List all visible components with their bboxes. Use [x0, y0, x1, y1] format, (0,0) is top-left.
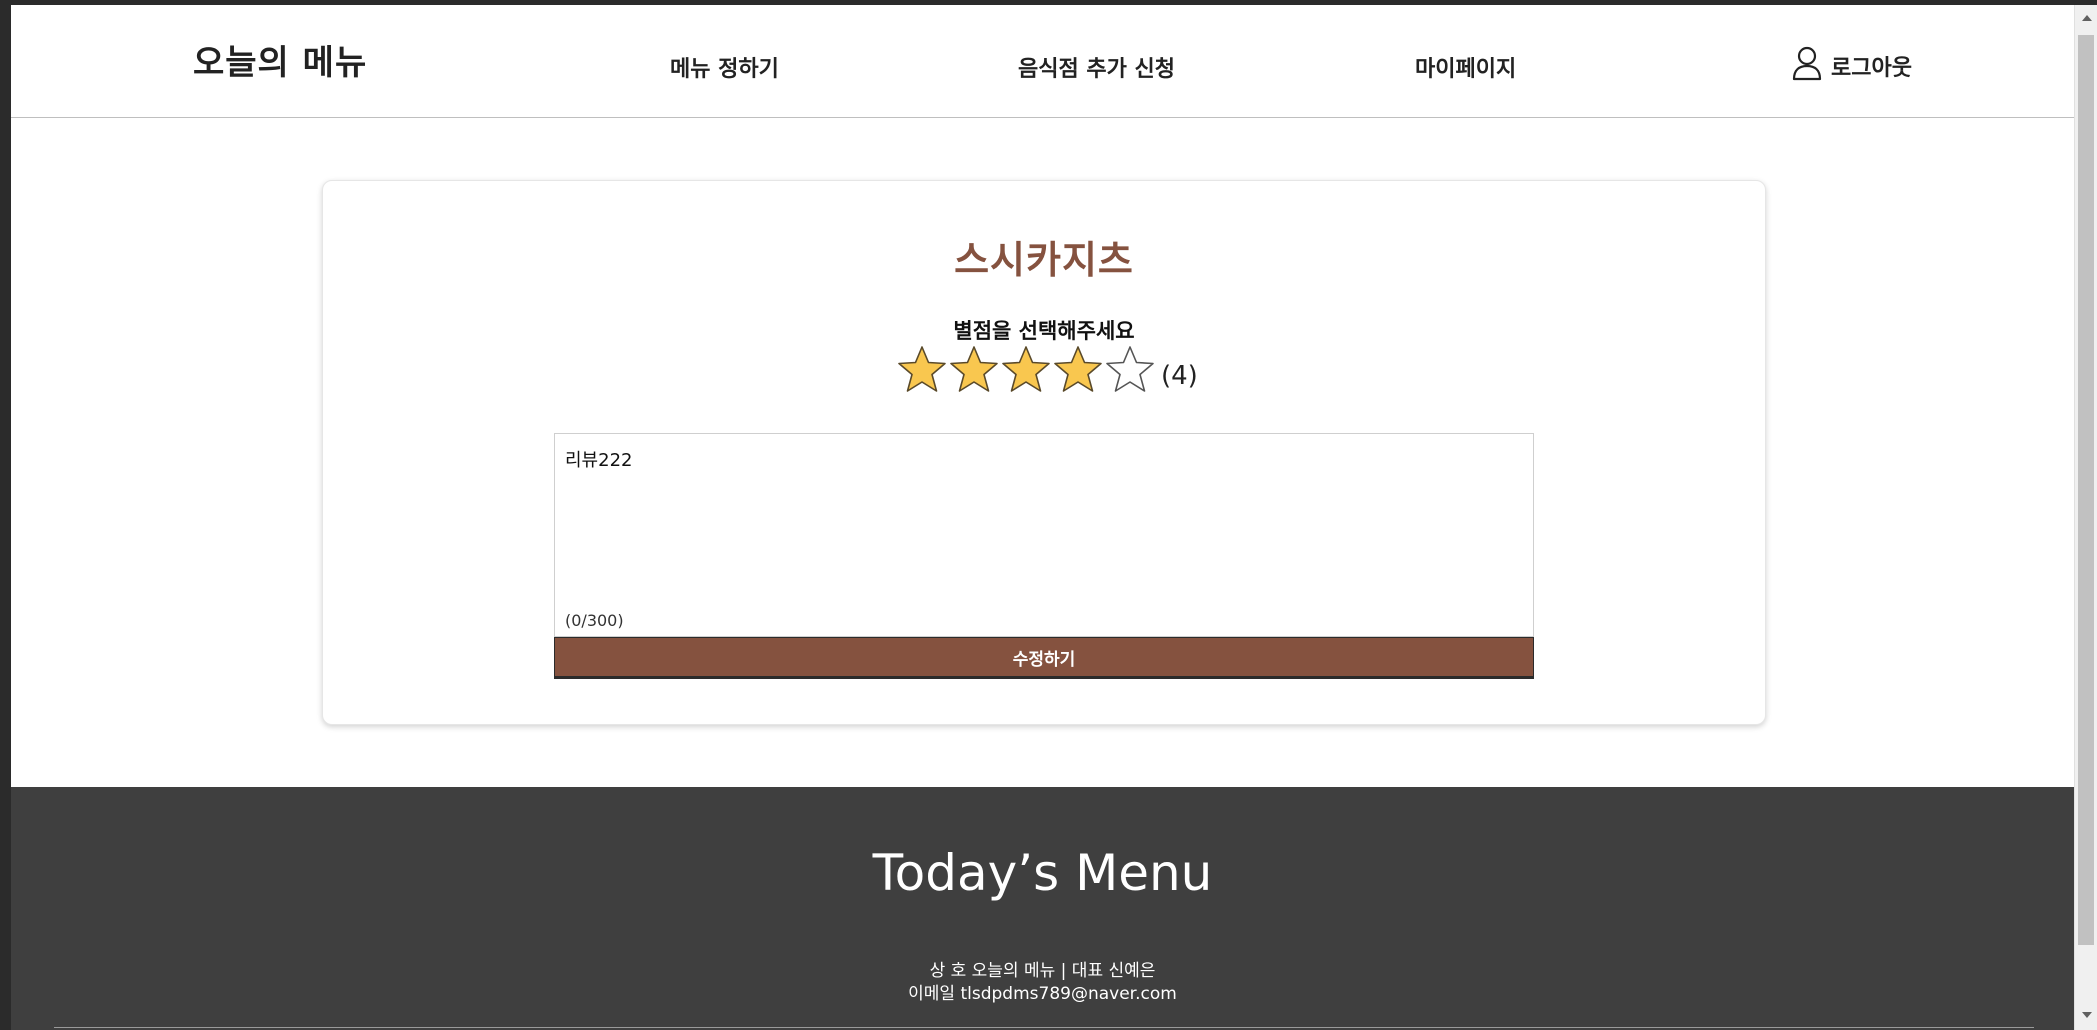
edit-review-button[interactable]: 수정하기: [554, 637, 1534, 679]
footer-info: 상 호 오늘의 메뉴 | 대표 신예은 이메일 tlsdpdms789@nave…: [11, 960, 2074, 1006]
star-filled-icon[interactable]: [1053, 345, 1103, 395]
site-footer: Today’s Menu 상 호 오늘의 메뉴 | 대표 신예은 이메일 tls…: [11, 787, 2074, 1030]
scroll-down-arrow-icon[interactable]: [2082, 1012, 2092, 1018]
star-filled-icon[interactable]: [897, 345, 947, 395]
rating-prompt: 별점을 선택해주세요: [953, 319, 1135, 343]
site-header: 오늘의 메뉴 메뉴 정하기 음식점 추가 신청 마이페이지 로그아웃: [11, 5, 2074, 118]
review-text: 리뷰222: [565, 450, 633, 471]
vertical-scrollbar[interactable]: [2074, 5, 2097, 1030]
star-filled-icon[interactable]: [949, 345, 999, 395]
footer-company-line: 상 호 오늘의 메뉴 | 대표 신예은: [929, 961, 1156, 981]
scroll-up-arrow-icon[interactable]: [2082, 15, 2092, 21]
user-icon: [1791, 45, 1823, 87]
footer-divider: [54, 1027, 2034, 1028]
restaurant-name: 스시카지츠: [954, 238, 1134, 282]
nav-item-restaurant-request[interactable]: 음식점 추가 신청: [1018, 51, 1175, 83]
footer-title: Today’s Menu: [872, 844, 1213, 902]
nav-item-choose-menu[interactable]: 메뉴 정하기: [670, 51, 779, 83]
logout-label: 로그아웃: [1831, 56, 1912, 81]
site-logo[interactable]: 오늘의 메뉴: [193, 35, 367, 84]
star-filled-icon[interactable]: [1001, 345, 1051, 395]
char-counter: (0/300): [565, 611, 624, 630]
logout-button[interactable]: 로그아웃: [1791, 45, 1912, 87]
rating-count: (4): [1161, 361, 1198, 391]
scroll-thumb[interactable]: [2078, 35, 2094, 945]
star-rating[interactable]: (4): [897, 345, 1198, 395]
footer-email-line: 이메일 tlsdpdms789@naver.com: [908, 984, 1177, 1004]
review-card: 스시카지츠 별점을 선택해주세요 (4) 리뷰222 (0/300) 수정하기: [322, 180, 1766, 725]
star-empty-icon[interactable]: [1105, 345, 1155, 395]
nav-item-mypage[interactable]: 마이페이지: [1415, 51, 1516, 83]
review-textarea[interactable]: 리뷰222 (0/300): [554, 433, 1534, 637]
